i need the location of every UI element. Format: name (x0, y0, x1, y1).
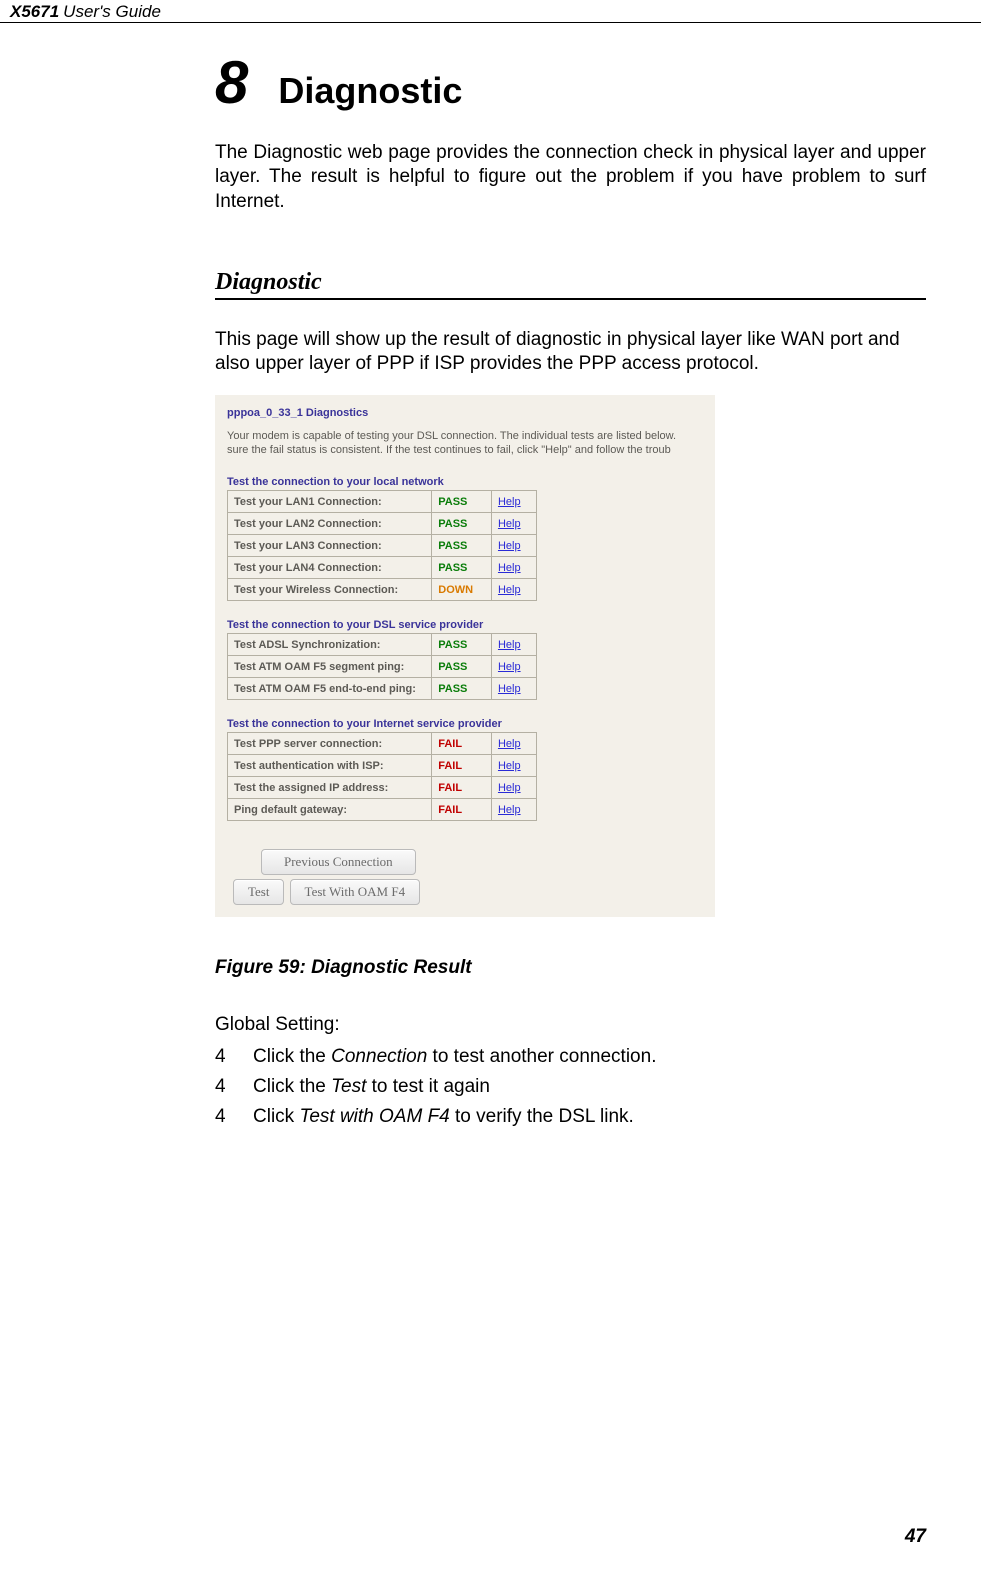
help-link[interactable]: Help (498, 661, 521, 673)
test-oam-f4-button[interactable]: Test With OAM F4 (290, 879, 421, 905)
table-row: Test ATM OAM F5 segment ping: PASS Help (228, 656, 537, 678)
group2-table: Test ADSL Synchronization: PASS Help Tes… (227, 633, 537, 700)
table-row: Test ADSL Synchronization: PASS Help (228, 634, 537, 656)
table-row: Test your Wireless Connection: DOWN Help (228, 579, 537, 601)
page-number: 47 (905, 1526, 926, 1548)
table-row: Test ATM OAM F5 end-to-end ping: PASS He… (228, 678, 537, 700)
row-result: PASS (432, 678, 492, 700)
row-result: FAIL (432, 799, 492, 821)
help-link[interactable]: Help (498, 639, 521, 651)
row-label: Test your LAN3 Connection: (228, 535, 432, 557)
help-link[interactable]: Help (498, 804, 521, 816)
row-label: Test ATM OAM F5 segment ping: (228, 656, 432, 678)
section-intro: This page will show up the result of dia… (215, 328, 926, 377)
step-text-post: to verify the DSL link. (450, 1106, 634, 1127)
chapter-heading: 8 Diagnostic (215, 53, 926, 113)
table-row: Test your LAN3 Connection: PASS Help (228, 535, 537, 557)
group3-head: Test the connection to your Internet ser… (227, 718, 715, 730)
step-item: 4 Click the Connection to test another c… (215, 1046, 926, 1068)
chapter-intro: The Diagnostic web page provides the con… (215, 141, 926, 214)
table-row: Test your LAN2 Connection: PASS Help (228, 513, 537, 535)
row-result: FAIL (432, 733, 492, 755)
row-label: Test the assigned IP address: (228, 777, 432, 799)
help-link[interactable]: Help (498, 782, 521, 794)
row-label: Test ADSL Synchronization: (228, 634, 432, 656)
row-result: PASS (432, 535, 492, 557)
doc-title-suffix: User's Guide (63, 2, 161, 22)
table-row: Test your LAN1 Connection: PASS Help (228, 491, 537, 513)
diag-title: pppoa_0_33_1 Diagnostics (227, 407, 715, 419)
help-link[interactable]: Help (498, 496, 521, 508)
section-heading-diagnostic: Diagnostic (215, 269, 926, 300)
row-result: PASS (432, 513, 492, 535)
chapter-number: 8 (215, 53, 248, 113)
row-result: DOWN (432, 579, 492, 601)
help-link[interactable]: Help (498, 540, 521, 552)
group1-head: Test the connection to your local networ… (227, 476, 715, 488)
step-text-em: Test (331, 1076, 366, 1097)
help-link[interactable]: Help (498, 683, 521, 695)
button-area: Previous Connection Test Test With OAM F… (233, 849, 715, 905)
row-label: Test your Wireless Connection: (228, 579, 432, 601)
step-item: 4 Click the Test to test it again (215, 1076, 926, 1098)
help-link[interactable]: Help (498, 562, 521, 574)
help-link[interactable]: Help (498, 760, 521, 772)
help-link[interactable]: Help (498, 738, 521, 750)
table-row: Test your LAN4 Connection: PASS Help (228, 557, 537, 579)
row-label: Test ATM OAM F5 end-to-end ping: (228, 678, 432, 700)
help-link[interactable]: Help (498, 518, 521, 530)
row-label: Ping default gateway: (228, 799, 432, 821)
step-text-em: Test with OAM F4 (299, 1106, 449, 1127)
row-label: Test your LAN2 Connection: (228, 513, 432, 535)
diag-intro-line2: sure the fail status is consistent. If t… (227, 444, 671, 456)
global-setting-heading: Global Setting: (215, 1014, 926, 1036)
test-button[interactable]: Test (233, 879, 284, 905)
table-row: Ping default gateway: FAIL Help (228, 799, 537, 821)
table-row: Test authentication with ISP: FAIL Help (228, 755, 537, 777)
table-row: Test the assigned IP address: FAIL Help (228, 777, 537, 799)
group1-table: Test your LAN1 Connection: PASS Help Tes… (227, 490, 537, 601)
row-result: PASS (432, 491, 492, 513)
previous-connection-button[interactable]: Previous Connection (261, 849, 416, 875)
table-row: Test PPP server connection: FAIL Help (228, 733, 537, 755)
row-result: FAIL (432, 777, 492, 799)
diagnostic-screenshot: pppoa_0_33_1 Diagnostics Your modem is c… (215, 395, 715, 918)
steps-list: 4 Click the Connection to test another c… (215, 1046, 926, 1128)
diag-intro-line1: Your modem is capable of testing your DS… (227, 430, 676, 442)
step-text: Click the Test to test it again (253, 1076, 490, 1098)
group2-head: Test the connection to your DSL service … (227, 619, 715, 631)
row-result: FAIL (432, 755, 492, 777)
page-header: X5671 User's Guide (0, 0, 981, 23)
step-text-post: to test it again (366, 1076, 490, 1097)
model-name: X5671 (10, 2, 59, 22)
row-label: Test PPP server connection: (228, 733, 432, 755)
figure-caption: Figure 59: Diagnostic Result (215, 957, 926, 979)
step-number: 4 (215, 1076, 253, 1098)
step-text-pre: Click the (253, 1046, 331, 1067)
step-number: 4 (215, 1046, 253, 1068)
step-text: Click the Connection to test another con… (253, 1046, 656, 1068)
step-text-em: Connection (331, 1046, 427, 1067)
row-result: PASS (432, 557, 492, 579)
step-item: 4 Click Test with OAM F4 to verify the D… (215, 1106, 926, 1128)
chapter-title: Diagnostic (278, 70, 462, 112)
step-number: 4 (215, 1106, 253, 1128)
diag-intro: Your modem is capable of testing your DS… (227, 429, 715, 459)
help-link[interactable]: Help (498, 584, 521, 596)
row-label: Test authentication with ISP: (228, 755, 432, 777)
step-text-post: to test another connection. (427, 1046, 656, 1067)
row-result: PASS (432, 656, 492, 678)
row-label: Test your LAN1 Connection: (228, 491, 432, 513)
row-label: Test your LAN4 Connection: (228, 557, 432, 579)
row-result: PASS (432, 634, 492, 656)
step-text-pre: Click (253, 1106, 299, 1127)
group3-table: Test PPP server connection: FAIL Help Te… (227, 732, 537, 821)
step-text: Click Test with OAM F4 to verify the DSL… (253, 1106, 634, 1128)
step-text-pre: Click the (253, 1076, 331, 1097)
